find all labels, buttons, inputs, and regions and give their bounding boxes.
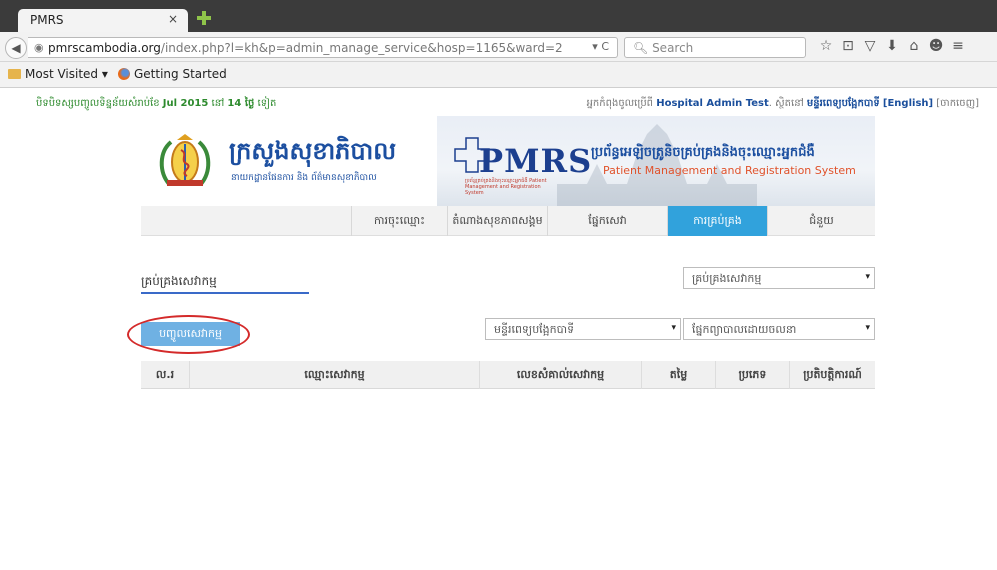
hospital-name: មន្ទីរពេទ្យបង្អែកបាទី	[806, 98, 880, 109]
services-table-header: ល.រ ឈ្មោះសេវាកម្ម លេខសំគាល់សេវាកម្ម តម្ល…	[141, 361, 875, 389]
logout-link[interactable]: [ចាកចេញ]	[936, 98, 979, 109]
system-title-en: Patient Management and Registration Syst…	[603, 164, 856, 177]
dropdown-arrow-icon: ▾	[865, 323, 870, 333]
user-status: អ្នកកំពុងចូលប្រើពី Hospital Admin Test. …	[586, 98, 979, 109]
ministry-subtitle: នាយកដ្ឋានផែនការ និង ព័ត៌មានសុខាភិបាល	[231, 173, 377, 183]
tab-management[interactable]: ការគ្រប់គ្រង	[667, 206, 767, 236]
search-input[interactable]: 🔍︎ Search	[624, 37, 806, 58]
tab-registration[interactable]: ការចុះឈ្មោះ	[351, 206, 447, 236]
tab-service-department[interactable]: ផ្នែកសេវា	[547, 206, 667, 236]
system-title-kh: ប្រព័ន្ធអេឡិចត្រូនិចគ្រប់គ្រងនិងចុះឈ្មោះ…	[591, 145, 815, 160]
tab-title: PMRS	[30, 13, 64, 27]
new-tab-icon[interactable]	[196, 10, 212, 26]
user-name: Hospital Admin Test	[656, 98, 769, 109]
tab-health-equity[interactable]: តំណាងសុខភាពសង្គម	[447, 206, 547, 236]
manage-type-select[interactable]: គ្រប់គ្រងសេវាកម្ម ▾	[683, 267, 875, 289]
heading-underline	[141, 292, 309, 294]
firefox-icon	[118, 68, 130, 80]
bookmarks-bar: Most Visited ▾ Getting Started	[0, 62, 997, 88]
column-header-price: តម្លៃ	[641, 361, 715, 389]
language-link[interactable]: [English]	[883, 98, 933, 109]
home-icon[interactable]: ⌂	[903, 38, 925, 54]
column-header-actions: ប្រតិបត្តិការណ៍	[789, 361, 875, 389]
bookmark-getting-started[interactable]: Getting Started	[118, 67, 227, 81]
browser-tab[interactable]: PMRS ×	[18, 9, 188, 32]
dropdown-arrow-icon: ▾	[865, 272, 870, 282]
column-header-service-name: ឈ្មោះសេវាកម្ម	[189, 361, 479, 389]
folder-icon	[8, 69, 21, 79]
pmrs-tagline: ប្រព័ន្ធគ្រប់គ្រងនិងចុះឈ្មោះអ្នកជំងឺ Pat…	[465, 178, 547, 196]
url-text: pmrscambodia.org/index.php?l=kh&p=admin_…	[48, 41, 563, 55]
pmrs-logo: PMRS	[479, 142, 593, 180]
reading-list-icon[interactable]: ⊡	[837, 38, 859, 54]
tab-help[interactable]: ជំនួយ	[767, 206, 875, 236]
column-header-number: ល.រ	[155, 368, 175, 381]
browser-toolbar: ☆ ⊡ ▽ ⬇ ⌂ ☻ ≡	[815, 38, 969, 54]
main-menu: ការចុះឈ្មោះ តំណាងសុខភាពសង្គម ផ្នែកសេវា ក…	[141, 206, 875, 236]
browser-nav-bar: ◀ ◉ pmrscambodia.org/index.php?l=kh&p=ad…	[0, 32, 997, 62]
data-entry-notice: បិទបិទស្សបញ្ចូលទិន្នន័យសំរាប់ខែ Jul 2015…	[36, 98, 277, 109]
dropdown-arrow-icon: ▾	[671, 323, 676, 333]
ward-select[interactable]: ផ្នែកព្យាបាលដោយចលនា ▾	[683, 318, 875, 340]
menu-icon[interactable]: ≡	[947, 38, 969, 54]
highlight-circle	[127, 315, 250, 354]
page-title: គ្រប់គ្រងសេវាកម្ម	[141, 274, 217, 288]
back-arrow-icon[interactable]: ◀	[5, 37, 27, 59]
download-icon[interactable]: ⬇	[881, 38, 903, 54]
bookmark-star-icon[interactable]: ☆	[815, 38, 837, 54]
search-placeholder: 🔍︎ Search	[633, 41, 694, 55]
ministry-emblem-icon	[159, 134, 211, 186]
ministry-title: ក្រសួងសុខាភិបាល	[229, 137, 397, 165]
pocket-icon[interactable]: ▽	[859, 38, 881, 54]
reload-icon[interactable]: ▾ C	[592, 40, 609, 53]
site-banner: ក្រសួងសុខាភិបាល នាយកដ្ឋានផែនការ និង ព័ត៌…	[141, 116, 875, 206]
close-icon[interactable]: ×	[168, 12, 178, 26]
hospital-select[interactable]: មន្ទីរពេទ្យបង្អែកបាទី ▾	[485, 318, 681, 340]
chat-icon[interactable]: ☻	[925, 38, 947, 54]
browser-tab-strip: PMRS ×	[0, 0, 997, 32]
column-header-type: ប្រភេទ	[715, 361, 789, 389]
url-bar[interactable]: ◉ pmrscambodia.org/index.php?l=kh&p=admi…	[28, 37, 618, 58]
globe-icon: ◉	[34, 41, 44, 54]
bookmark-most-visited[interactable]: Most Visited ▾	[8, 67, 108, 81]
column-header-service-code: លេខសំគាល់សេវាកម្ម	[479, 361, 641, 389]
info-line: បិទបិទស្សបញ្ចូលទិន្នន័យសំរាប់ខែ Jul 2015…	[0, 88, 997, 116]
